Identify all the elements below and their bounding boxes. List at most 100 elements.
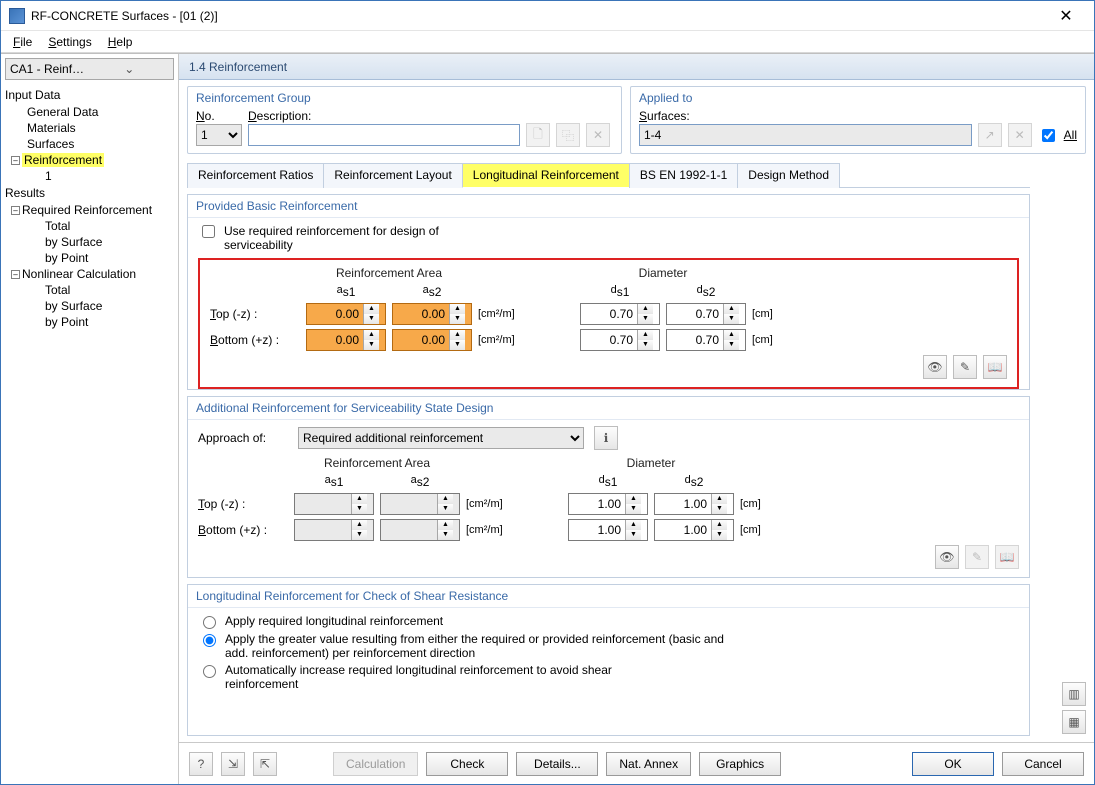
case-selector[interactable]: CA1 - Reinforced concrete design ⌄	[5, 58, 174, 80]
menu-file[interactable]: File	[7, 33, 38, 51]
unit-d2: [cm]	[752, 334, 792, 346]
reinf-area-header: Reinforcement Area	[306, 266, 472, 280]
use-required-input[interactable]	[202, 225, 215, 238]
content-left: Reinforcement Ratios Reinforcement Layou…	[187, 160, 1030, 736]
top-as1-input[interactable]: ▲▼	[306, 303, 386, 325]
tree-nonlinear[interactable]: – Nonlinear Calculation	[1, 266, 178, 282]
edit-icon[interactable]: ✎	[953, 355, 977, 379]
approach-label: Approach of:	[198, 431, 288, 445]
collapse-icon[interactable]: –	[11, 206, 20, 215]
nat-annex-button[interactable]: Nat. Annex	[606, 752, 691, 776]
all-check-input[interactable]	[1042, 129, 1055, 142]
tab-layout[interactable]: Reinforcement Layout	[323, 163, 462, 188]
additional-grid: Reinforcement Area Diameter as1 as2 ds1 …	[198, 456, 1019, 541]
approach-select[interactable]: Required additional reinforcement	[298, 427, 584, 449]
shear-fieldset: Longitudinal Reinforcement for Check of …	[187, 584, 1030, 736]
main-panel: 1.4 Reinforcement Reinforcement Group No…	[179, 54, 1094, 784]
bot-as2-input[interactable]: ▲▼	[392, 329, 472, 351]
tree-required-reinforcement[interactable]: – Required Reinforcement	[1, 202, 178, 218]
tab-design-method[interactable]: Design Method	[737, 163, 840, 188]
bot-ds2-input[interactable]: ▲▼	[666, 329, 746, 351]
calculation-button: Calculation	[333, 752, 418, 776]
desc-label: Description:	[248, 109, 311, 123]
view3d2-icon[interactable]: ▦	[1062, 710, 1086, 734]
titlebar: RF-CONCRETE Surfaces - [01 (2)] ✕	[1, 1, 1094, 31]
tab-longitudinal[interactable]: Longitudinal Reinforcement	[462, 163, 630, 188]
tree-reinforcement[interactable]: – Reinforcement	[1, 152, 178, 168]
ok-button[interactable]: OK	[912, 752, 994, 776]
tree-input-data[interactable]: Input Data	[1, 86, 178, 104]
import-icon[interactable]: ⇱	[253, 752, 277, 776]
tree-nl-by-surface[interactable]: by Surface	[1, 298, 178, 314]
tree-rr-by-point[interactable]: by Point	[1, 250, 178, 266]
check-button[interactable]: Check	[426, 752, 508, 776]
library-icon[interactable]: 📖	[983, 355, 1007, 379]
additional-fieldset: Additional Reinforcement for Serviceabil…	[187, 396, 1030, 578]
pick-icon[interactable]: ↗	[978, 123, 1002, 147]
a-diameter-header: Diameter	[568, 456, 734, 470]
chevron-down-icon: ⌄	[90, 62, 170, 76]
library-icon: 📖	[995, 545, 1019, 569]
help-icon[interactable]: ?	[189, 752, 213, 776]
a-top-ds1-input[interactable]: ▲▼	[568, 493, 648, 515]
tree-results[interactable]: Results	[1, 184, 178, 202]
tree-rr-by-surface[interactable]: by Surface	[1, 234, 178, 250]
a-top-label: Top (-z) :	[198, 497, 288, 511]
eye-icon[interactable]: 👁	[935, 545, 959, 569]
tab-ratios[interactable]: Reinforcement Ratios	[187, 163, 324, 188]
tree-surfaces[interactable]: Surfaces	[1, 136, 178, 152]
menu-settings[interactable]: Settings	[42, 33, 97, 51]
reinforcement-group-box: Reinforcement Group No. Description: 1 🗋…	[187, 86, 622, 154]
bot-as1-input[interactable]: ▲▼	[306, 329, 386, 351]
copy-icon[interactable]: ⿻	[556, 123, 580, 147]
delete-icon[interactable]: ✕	[586, 123, 610, 147]
provided-title: Provided Basic Reinforcement	[188, 195, 1029, 218]
cancel-button[interactable]: Cancel	[1002, 752, 1084, 776]
tree-reinforcement-1[interactable]: 1	[1, 168, 178, 184]
export-icon[interactable]: ⇲	[221, 752, 245, 776]
tree-rr-total[interactable]: Total	[1, 218, 178, 234]
unit-area2: [cm²/m]	[478, 334, 538, 346]
tab-bs[interactable]: BS EN 1992-1-1	[629, 163, 738, 188]
description-input[interactable]	[248, 124, 520, 146]
top-ds2-input[interactable]: ▲▼	[666, 303, 746, 325]
view3d-icon[interactable]: ▥	[1062, 682, 1086, 706]
tree-nl-by-point[interactable]: by Point	[1, 314, 178, 330]
top-ds1-input[interactable]: ▲▼	[580, 303, 660, 325]
graphics-button[interactable]: Graphics	[699, 752, 781, 776]
use-required-checkbox[interactable]: Use required reinforcement for design of…	[198, 224, 1019, 252]
collapse-icon[interactable]: –	[11, 156, 20, 165]
case-selector-label: CA1 - Reinforced concrete design	[10, 62, 90, 76]
no-select[interactable]: 1	[196, 124, 242, 146]
a-ds2-label: ds2	[654, 474, 734, 489]
eye-icon[interactable]: 👁	[923, 355, 947, 379]
menu-help[interactable]: Help	[102, 33, 139, 51]
shear-opt3[interactable]: Automatically increase required longitud…	[198, 663, 1019, 691]
a-bot-ds1-input[interactable]: ▲▼	[568, 519, 648, 541]
applied-to-box: Applied to Surfaces: ↗ ✕ All	[630, 86, 1086, 154]
bot-ds1-input[interactable]: ▲▼	[580, 329, 660, 351]
all-checkbox[interactable]: All	[1038, 126, 1077, 145]
tree-materials[interactable]: Materials	[1, 120, 178, 136]
details-button[interactable]: Details...	[516, 752, 598, 776]
a-bottom-label: Bottom (+z) :	[198, 523, 288, 537]
app-window: RF-CONCRETE Surfaces - [01 (2)] ✕ File S…	[0, 0, 1095, 785]
shear-opt2[interactable]: Apply the greater value resulting from e…	[198, 632, 1019, 660]
surfaces-input[interactable]	[639, 124, 972, 146]
info-icon[interactable]: ℹ	[594, 426, 618, 450]
edit-icon: ✎	[965, 545, 989, 569]
top-as2-input[interactable]: ▲▼	[392, 303, 472, 325]
a-bot-ds2-input[interactable]: ▲▼	[654, 519, 734, 541]
footer: ? ⇲ ⇱ Calculation Check Details... Nat. …	[179, 742, 1094, 784]
shear-opt1[interactable]: Apply required longitudinal reinforcemen…	[198, 614, 1019, 629]
diameter-header: Diameter	[580, 266, 746, 280]
collapse-icon[interactable]: –	[11, 270, 20, 279]
close-icon[interactable]: ✕	[1046, 6, 1086, 26]
red-highlight-box: Reinforcement Area Diameter as1 as2 ds1	[198, 258, 1019, 389]
clear-icon[interactable]: ✕	[1008, 123, 1032, 147]
a-top-ds2-input[interactable]: ▲▼	[654, 493, 734, 515]
tree-nl-total[interactable]: Total	[1, 282, 178, 298]
tree-general-data[interactable]: General Data	[1, 104, 178, 120]
approach-row: Approach of: Required additional reinfor…	[198, 426, 1019, 450]
new-icon[interactable]: 🗋	[526, 123, 550, 147]
